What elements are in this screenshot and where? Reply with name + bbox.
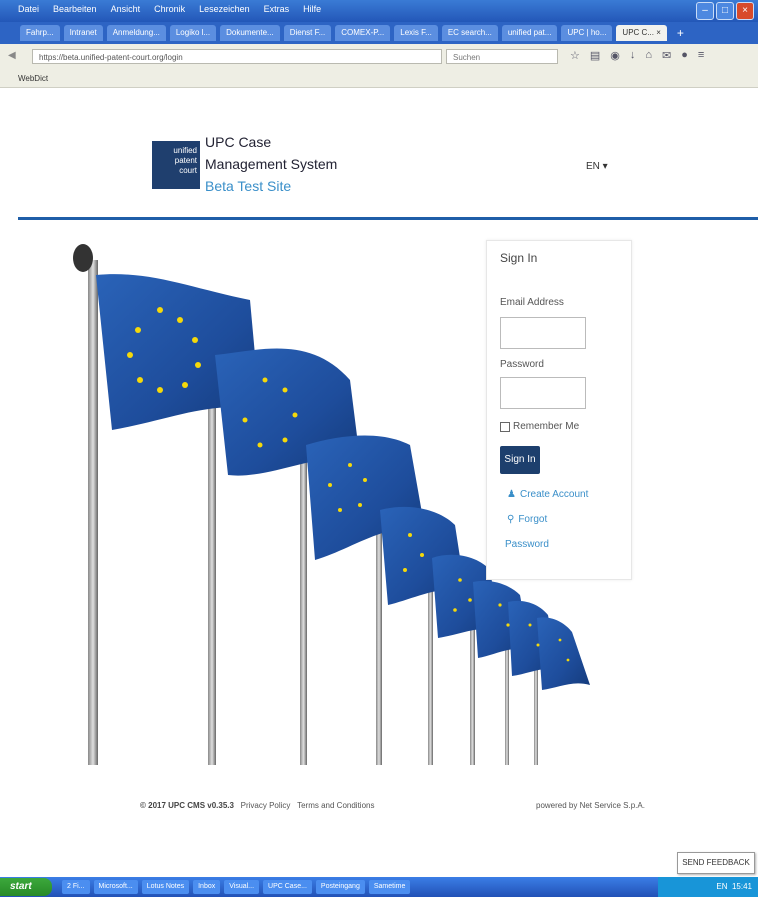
copyright: © 2017 UPC CMS v0.35.3	[140, 801, 234, 810]
browser-tab[interactable]: EC search...	[441, 25, 498, 41]
password-field[interactable]	[500, 377, 586, 409]
password-link[interactable]: Password	[505, 539, 549, 550]
toolbar-icons: ☆ ▤ ◉ ↓ ⌂ ✉ ● ≡	[570, 49, 704, 62]
signin-title: Sign In	[500, 251, 538, 265]
password-label: Password	[500, 359, 544, 370]
window-controls: – □ ×	[696, 2, 754, 20]
menu-extras[interactable]: Extras	[264, 4, 290, 14]
logo-text: unified	[173, 146, 197, 155]
chat-icon[interactable]: ✉	[662, 49, 671, 62]
download-icon[interactable]: ↓	[630, 49, 636, 62]
browser-tabbar: Fahrp... Intranet Anmeldung... Logiko l.…	[0, 22, 758, 44]
browser-tab[interactable]: UPC | ho...	[561, 25, 613, 41]
taskbar: start 2 Fi... Microsoft... Lotus Notes I…	[0, 877, 758, 897]
addon-icon[interactable]: ●	[681, 49, 688, 62]
site-subtitle: Beta Test Site	[205, 178, 292, 194]
start-button[interactable]: start	[0, 878, 52, 896]
browser-tab[interactable]: Dokumente...	[220, 25, 280, 41]
taskbar-item[interactable]: Posteingang	[315, 880, 365, 894]
feedback-button[interactable]: SEND FEEDBACK	[677, 852, 755, 874]
language-indicator[interactable]: EN	[716, 882, 727, 891]
browser-tab[interactable]: Anmeldung...	[106, 25, 166, 41]
home-icon[interactable]: ⌂	[645, 49, 652, 62]
menu-datei[interactable]: Datei	[18, 4, 39, 14]
remember-label: Remember Me	[513, 421, 580, 432]
logo-text: patent	[174, 156, 197, 165]
tray-clock: 15:41	[731, 882, 752, 891]
menu-ansicht[interactable]: Ansicht	[111, 4, 141, 14]
privacy-link[interactable]: Privacy Policy	[241, 801, 291, 810]
new-tab-icon[interactable]: +	[677, 26, 684, 40]
password-link-label: Password	[505, 539, 549, 550]
browser-tab[interactable]: Fahrp...	[20, 25, 60, 41]
terms-link[interactable]: Terms and Conditions	[297, 801, 374, 810]
taskbar-item[interactable]: Visual...	[224, 880, 260, 894]
back-icon[interactable]: ◀	[8, 50, 16, 61]
system-tray: EN 15:41	[658, 877, 758, 897]
logo-text: court	[179, 166, 197, 175]
menu-icon[interactable]: ≡	[698, 49, 704, 62]
header-divider	[18, 217, 758, 220]
create-account-link[interactable]: ♟ Create Account	[507, 489, 588, 500]
menu-lesezeichen[interactable]: Lesezeichen	[199, 4, 250, 14]
close-icon[interactable]: ×	[736, 2, 754, 20]
signin-panel: Sign In Email Address Password Remember …	[486, 240, 632, 580]
menu-bearbeiten[interactable]: Bearbeiten	[53, 4, 97, 14]
signin-button[interactable]: Sign In	[500, 446, 540, 474]
browser-tab-active[interactable]: UPC C... ×	[616, 25, 667, 41]
language-label: EN	[586, 161, 600, 172]
key-icon: ⚲	[507, 514, 515, 525]
powered-by: powered by Net Service S.p.A.	[536, 801, 645, 810]
forgot-label: Forgot	[518, 514, 548, 525]
browser-tab[interactable]: unified pat...	[501, 25, 558, 41]
star-icon[interactable]: ☆	[570, 49, 580, 62]
shield-icon[interactable]: ◉	[610, 49, 620, 62]
reader-icon[interactable]: ▤	[590, 49, 600, 62]
taskbar-item[interactable]: UPC Case...	[263, 880, 312, 894]
menu: Datei Bearbeiten Ansicht Chronik Lesezei…	[18, 4, 321, 14]
browser-tab[interactable]: Lexis F...	[394, 25, 438, 41]
site-title-line2: Management System	[205, 156, 338, 172]
taskbar-item[interactable]: Sametime	[368, 880, 411, 894]
email-field[interactable]	[500, 317, 586, 349]
bookmark-webdict[interactable]: WebDict	[18, 74, 48, 83]
forgot-password-link[interactable]: ⚲ Forgot	[507, 514, 547, 525]
browser-search-input[interactable]: Suchen	[446, 49, 558, 64]
browser-tab[interactable]: COMEX-P...	[335, 25, 391, 41]
bookmarks-bar: WebDict	[0, 70, 758, 88]
browser-menubar: Datei Bearbeiten Ansicht Chronik Lesezei…	[0, 0, 758, 22]
maximize-icon[interactable]: □	[716, 2, 734, 20]
browser-tab[interactable]: Dienst F...	[283, 25, 332, 41]
footer-left: © 2017 UPC CMS v0.35.3 Privacy Policy Te…	[140, 801, 374, 810]
browser-tab[interactable]: Intranet	[63, 25, 103, 41]
taskbar-item[interactable]: Microsoft...	[93, 880, 138, 894]
user-icon: ♟	[507, 489, 516, 500]
create-account-label: Create Account	[519, 489, 589, 500]
browser-navbar: ◀ https://beta.unified-patent-court.org/…	[0, 44, 758, 71]
menu-hilfe[interactable]: Hilfe	[303, 4, 321, 14]
remember-me[interactable]: Remember Me	[500, 421, 579, 432]
site-title-line1: UPC Case	[205, 134, 272, 150]
browser-tab[interactable]: Logiko l...	[169, 25, 217, 41]
email-label: Email Address	[500, 297, 564, 308]
remember-checkbox[interactable]	[500, 421, 510, 432]
taskbar-item[interactable]: 2 Fi...	[62, 880, 90, 894]
menu-chronik[interactable]: Chronik	[154, 4, 185, 14]
upc-logo: unified patent court	[152, 141, 200, 189]
taskbar-item[interactable]: Inbox	[193, 880, 221, 894]
minimize-icon[interactable]: –	[696, 2, 714, 20]
address-bar[interactable]: https://beta.unified-patent-court.org/lo…	[32, 49, 442, 64]
taskbar-item[interactable]: Lotus Notes	[141, 880, 190, 894]
language-selector[interactable]: EN ▾	[586, 161, 608, 172]
